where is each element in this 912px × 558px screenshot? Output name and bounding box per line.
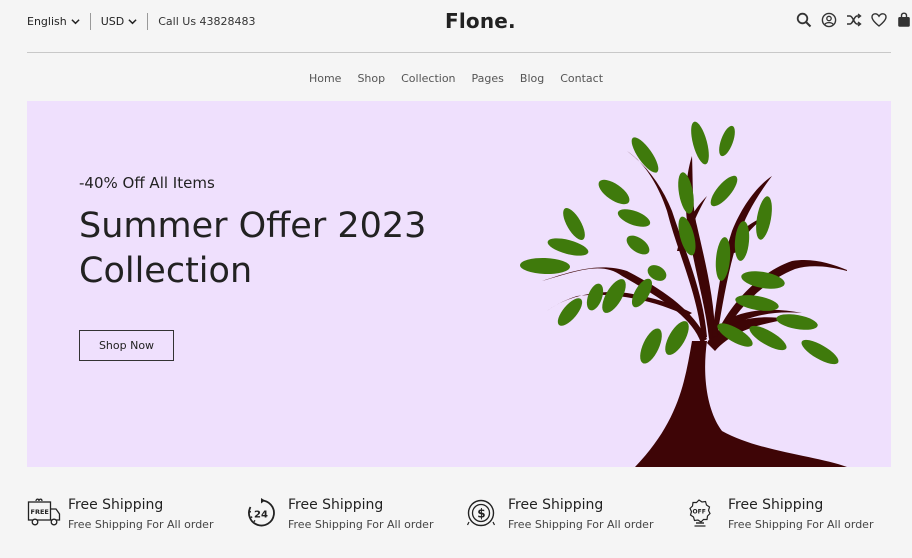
shuffle-icon[interactable] [846, 12, 862, 28]
feature-title: Free Shipping [68, 497, 164, 513]
currency-selector[interactable]: USD [89, 13, 148, 30]
header-divider [27, 52, 891, 53]
feature-subtitle: Free Shipping For All order [508, 518, 654, 531]
feature-subtitle: Free Shipping For All order [68, 518, 214, 531]
feature-subtitle: Free Shipping For All order [288, 518, 434, 531]
feature-item: FREE Free Shipping Free Shipping For All… [27, 494, 227, 534]
feature-item: $ Free Shipping Free Shipping For All or… [467, 494, 667, 534]
header-icons [796, 12, 912, 28]
nav-item-blog[interactable]: Blog [520, 72, 544, 85]
feature-item: OFF Free Shipping Free Shipping For All … [687, 494, 887, 534]
heart-icon[interactable] [871, 12, 887, 28]
nav-item-shop[interactable]: Shop [357, 72, 385, 85]
24-hours-icon: 24 [248, 498, 275, 527]
nav-item-collection[interactable]: Collection [401, 72, 455, 85]
feature-subtitle: Free Shipping For All order [728, 518, 874, 531]
tree-illustration [520, 121, 847, 467]
svg-text:24: 24 [254, 510, 268, 521]
hero-subtitle: -40% Off All Items [79, 174, 215, 192]
nav-item-home[interactable]: Home [309, 72, 341, 85]
svg-text:FREE: FREE [31, 508, 49, 516]
hero-title-line-2: Collection [79, 251, 253, 291]
call-us-text: Call Us 43828483 [147, 13, 256, 30]
bag-icon[interactable] [896, 12, 912, 28]
discount-badge-icon: OFF [689, 499, 711, 527]
svg-text:$: $ [477, 507, 485, 521]
chevron-down-icon [128, 19, 137, 25]
dollar-coin-icon: $ [467, 499, 496, 527]
chevron-down-icon [71, 19, 80, 25]
search-icon[interactable] [796, 12, 812, 28]
free-delivery-truck-icon: FREE [27, 498, 61, 526]
language-selector[interactable]: English [27, 15, 90, 28]
feature-title: Free Shipping [288, 497, 384, 513]
feature-title: Free Shipping [508, 497, 604, 513]
nav-item-pages[interactable]: Pages [472, 72, 504, 85]
shop-now-button[interactable]: Shop Now [79, 330, 174, 361]
features-strip: FREE Free Shipping Free Shipping For All… [27, 494, 891, 544]
hero-title-line-1: Summer Offer 2023 [79, 206, 427, 246]
svg-text:OFF: OFF [693, 509, 706, 516]
currency-label: USD [100, 15, 125, 28]
hero-banner: -40% Off All Items Summer Offer 2023 Col… [27, 101, 891, 467]
hero-title: Summer Offer 2023 Collection [79, 204, 479, 294]
user-icon[interactable] [821, 12, 837, 28]
feature-title: Free Shipping [728, 497, 824, 513]
nav-item-contact[interactable]: Contact [560, 72, 603, 85]
language-label: English [27, 15, 67, 28]
site-logo[interactable]: Flone. [445, 9, 516, 33]
feature-item: 24 Free Shipping Free Shipping For All o… [247, 494, 447, 534]
main-nav: Home Shop Collection Pages Blog Contact [0, 72, 912, 85]
